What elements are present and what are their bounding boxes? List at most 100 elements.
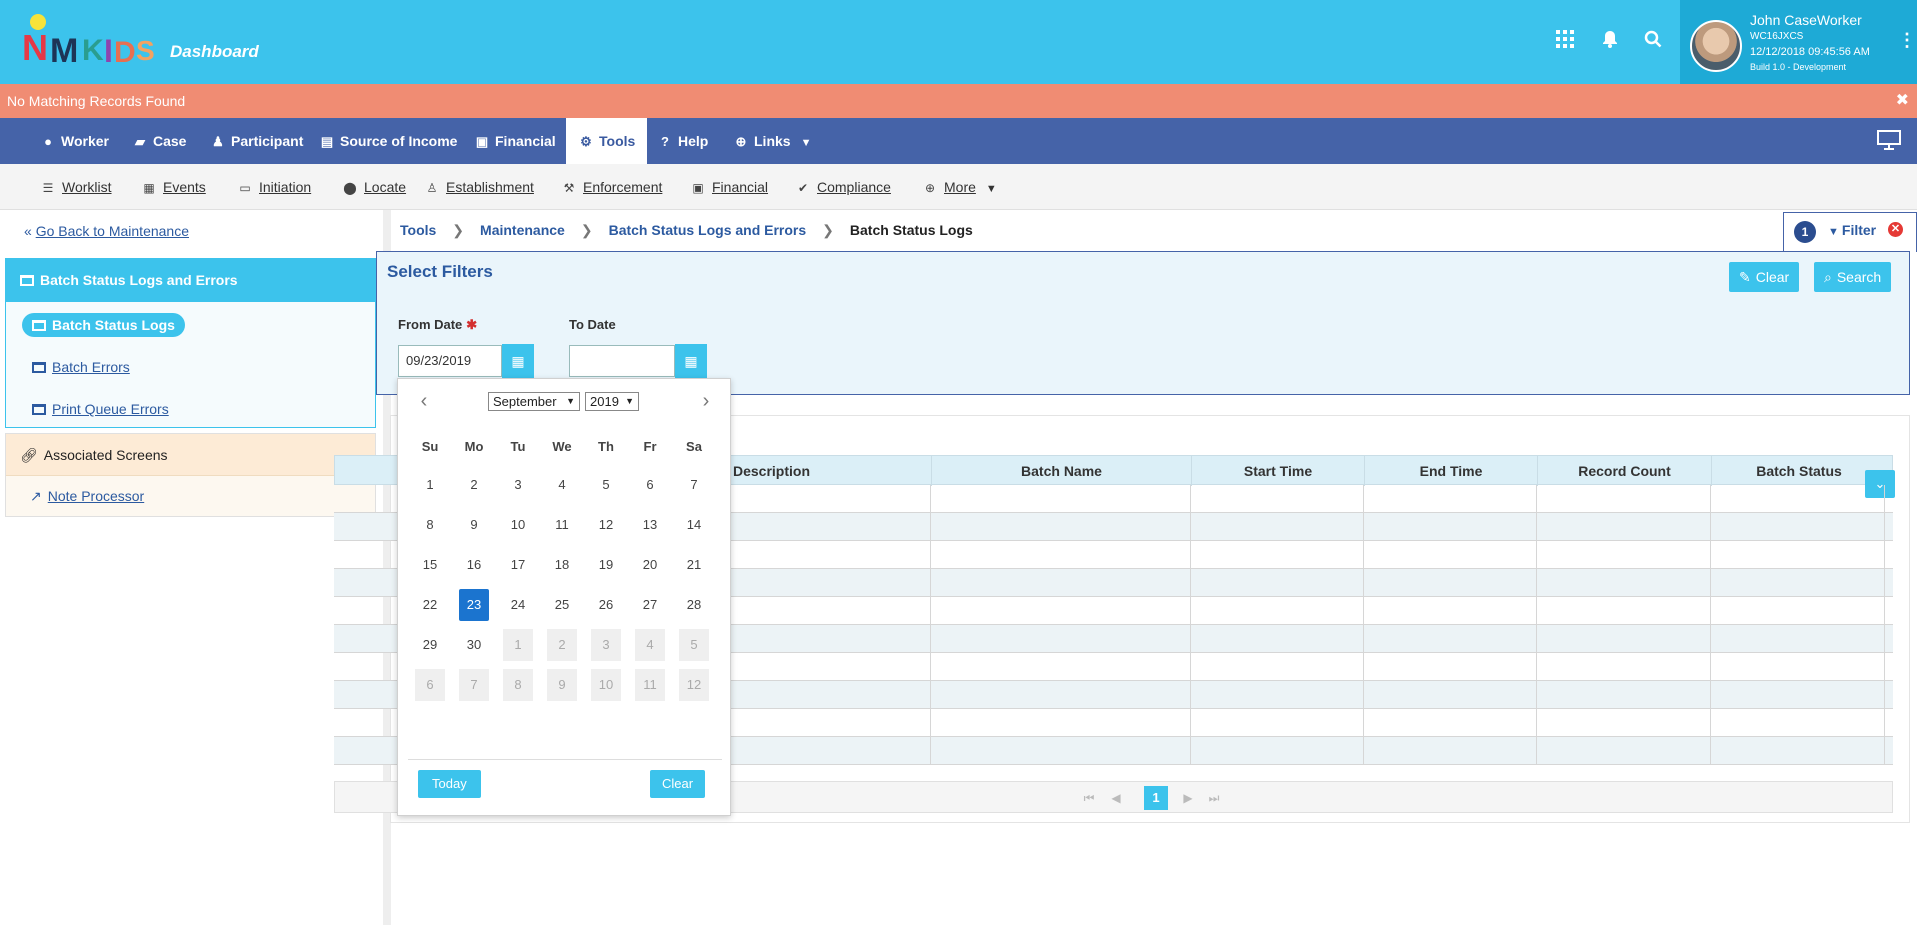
kebab-menu-icon[interactable]: ⋮ (1898, 30, 1916, 51)
calendar-day[interactable]: 7 (679, 469, 709, 501)
user-panel[interactable]: John CaseWorker WC16JXCS 12/12/2018 09:4… (1680, 0, 1917, 84)
bell-icon[interactable] (1599, 30, 1621, 52)
calendar-day-other-month[interactable]: 6 (415, 669, 445, 701)
calendar-day-other-month[interactable]: 7 (459, 669, 489, 701)
subnav-item-compliance[interactable]: ✔ Compliance (795, 164, 891, 210)
calendar-day-other-month[interactable]: 4 (635, 629, 665, 661)
calendar-day[interactable]: 20 (635, 549, 665, 581)
subnav-item-financial[interactable]: ▣ Financial (690, 164, 768, 210)
associated-item-note-processor[interactable]: ↗ Note Processor (30, 488, 144, 505)
calendar-day-other-month[interactable]: 12 (679, 669, 709, 701)
chevron-right-icon[interactable]: › (694, 389, 718, 413)
page-number-current[interactable]: 1 (1144, 786, 1168, 810)
calendar-day[interactable]: 24 (503, 589, 533, 621)
next-page-icon[interactable]: ▶ (1176, 786, 1200, 810)
avatar[interactable] (1690, 20, 1742, 72)
calendar-day[interactable]: 6 (635, 469, 665, 501)
calendar-day[interactable]: 28 (679, 589, 709, 621)
subnav-item-locate[interactable]: ⬤ Locate (342, 164, 406, 210)
search-button[interactable]: ⌕ Search (1814, 262, 1892, 292)
nav-item-source-of-income[interactable]: ▤ Source of Income (319, 118, 458, 164)
column-header-batch-name[interactable]: Batch Name (932, 456, 1192, 486)
calendar-day[interactable]: 30 (459, 629, 489, 661)
nav-item-help[interactable]: ? Help (657, 118, 708, 164)
calendar-day[interactable]: 16 (459, 549, 489, 581)
sidebar-item-batch-status-logs[interactable]: Batch Status Logs (22, 313, 185, 337)
column-header-record-count[interactable]: Record Count (1538, 456, 1712, 486)
column-header-batch-status[interactable]: Batch Status (1712, 456, 1886, 486)
calendar-day[interactable]: 11 (547, 509, 577, 541)
calendar-day[interactable]: 1 (415, 469, 445, 501)
calendar-day[interactable]: 12 (591, 509, 621, 541)
breadcrumb-item[interactable]: Maintenance (480, 222, 565, 238)
subnav-item-more[interactable]: ⊕ More ▼ (922, 164, 997, 210)
calendar-day[interactable]: 25 (547, 589, 577, 621)
clear-button[interactable]: ✎ Clear (1729, 262, 1800, 292)
calendar-day[interactable]: 4 (547, 469, 577, 501)
year-select[interactable]: 2019 ▼ (585, 392, 639, 411)
close-icon[interactable]: ✕ (1888, 222, 1903, 237)
back-to-maintenance-link[interactable]: « Go Back to Maintenance (24, 223, 189, 239)
calendar-day[interactable]: 5 (591, 469, 621, 501)
column-header-end-time[interactable]: End Time (1365, 456, 1538, 486)
from-date-input[interactable]: 09/23/2019 (398, 345, 502, 377)
last-page-icon[interactable]: ⏭ (1202, 786, 1226, 810)
calendar-day[interactable]: 13 (635, 509, 665, 541)
nav-item-financial[interactable]: ▣ Financial (474, 118, 556, 164)
month-select[interactable]: September ▼ (488, 392, 580, 411)
calendar-day[interactable]: 22 (415, 589, 445, 621)
subnav-item-events[interactable]: ▦ Events (141, 164, 205, 210)
nav-item-case[interactable]: ▰ Case (132, 118, 186, 164)
sidebar-group-header[interactable]: Batch Status Logs and Errors (6, 259, 375, 302)
calendar-day[interactable]: 3 (503, 469, 533, 501)
calendar-day[interactable]: 18 (547, 549, 577, 581)
nav-item-links[interactable]: ⊕ Links ▼ (733, 118, 812, 164)
filter-toggle[interactable]: ▼ Filter (1828, 222, 1876, 238)
close-icon[interactable]: ✖ (1896, 84, 1909, 118)
nav-item-participant[interactable]: ♟ Participant (210, 118, 303, 164)
filter-tab[interactable]: 1 ▼ Filter ✕ (1783, 212, 1917, 252)
calendar-day[interactable]: 29 (415, 629, 445, 661)
calendar-day-selected[interactable]: 23 (459, 589, 489, 621)
calendar-day[interactable]: 21 (679, 549, 709, 581)
search-icon[interactable] (1642, 30, 1664, 52)
calendar-day-other-month[interactable]: 8 (503, 669, 533, 701)
calendar-day-other-month[interactable]: 1 (503, 629, 533, 661)
monitor-icon[interactable] (1877, 130, 1901, 152)
subnav-item-initiation[interactable]: ▭ Initiation (237, 164, 311, 210)
calendar-day[interactable]: 8 (415, 509, 445, 541)
breadcrumb-item[interactable]: Batch Status Logs and Errors (609, 222, 807, 238)
datepicker-clear-button[interactable]: Clear (650, 770, 706, 798)
calendar-day[interactable]: 10 (503, 509, 533, 541)
calendar-day-other-month[interactable]: 2 (547, 629, 577, 661)
calendar-day[interactable]: 9 (459, 509, 489, 541)
calendar-day-other-month[interactable]: 11 (635, 669, 665, 701)
subnav-item-establishment[interactable]: ♙ Establishment (424, 164, 534, 210)
calendar-day[interactable]: 15 (415, 549, 445, 581)
calendar-day[interactable]: 2 (459, 469, 489, 501)
calendar-day[interactable]: 19 (591, 549, 621, 581)
sidebar-item-print-queue-errors[interactable]: Print Queue Errors (22, 397, 179, 421)
to-date-input[interactable] (569, 345, 675, 377)
chevron-left-icon[interactable]: ‹ (412, 389, 436, 413)
calendar-day[interactable]: 14 (679, 509, 709, 541)
calendar-icon[interactable]: ▦ (502, 344, 534, 378)
calendar-icon[interactable]: ▦ (675, 344, 707, 378)
column-header-start-time[interactable]: Start Time (1192, 456, 1365, 486)
calendar-day[interactable]: 26 (591, 589, 621, 621)
today-button[interactable]: Today (418, 770, 481, 798)
calendar-day-other-month[interactable]: 3 (591, 629, 621, 661)
breadcrumb-item[interactable]: Tools (400, 222, 436, 238)
nav-item-tools[interactable]: ⚙ Tools (566, 118, 648, 164)
prev-page-icon[interactable]: ◀ (1104, 786, 1128, 810)
apps-grid-icon[interactable] (1554, 30, 1576, 52)
calendar-day-other-month[interactable]: 5 (679, 629, 709, 661)
calendar-day-other-month[interactable]: 10 (591, 669, 621, 701)
nav-item-worker[interactable]: ● Worker (40, 118, 109, 164)
sidebar-item-batch-errors[interactable]: Batch Errors (22, 355, 140, 379)
calendar-day[interactable]: 17 (503, 549, 533, 581)
subnav-item-enforcement[interactable]: ⚒ Enforcement (561, 164, 663, 210)
calendar-day[interactable]: 27 (635, 589, 665, 621)
calendar-day-other-month[interactable]: 9 (547, 669, 577, 701)
subnav-item-worklist[interactable]: ☰ Worklist (40, 164, 112, 210)
